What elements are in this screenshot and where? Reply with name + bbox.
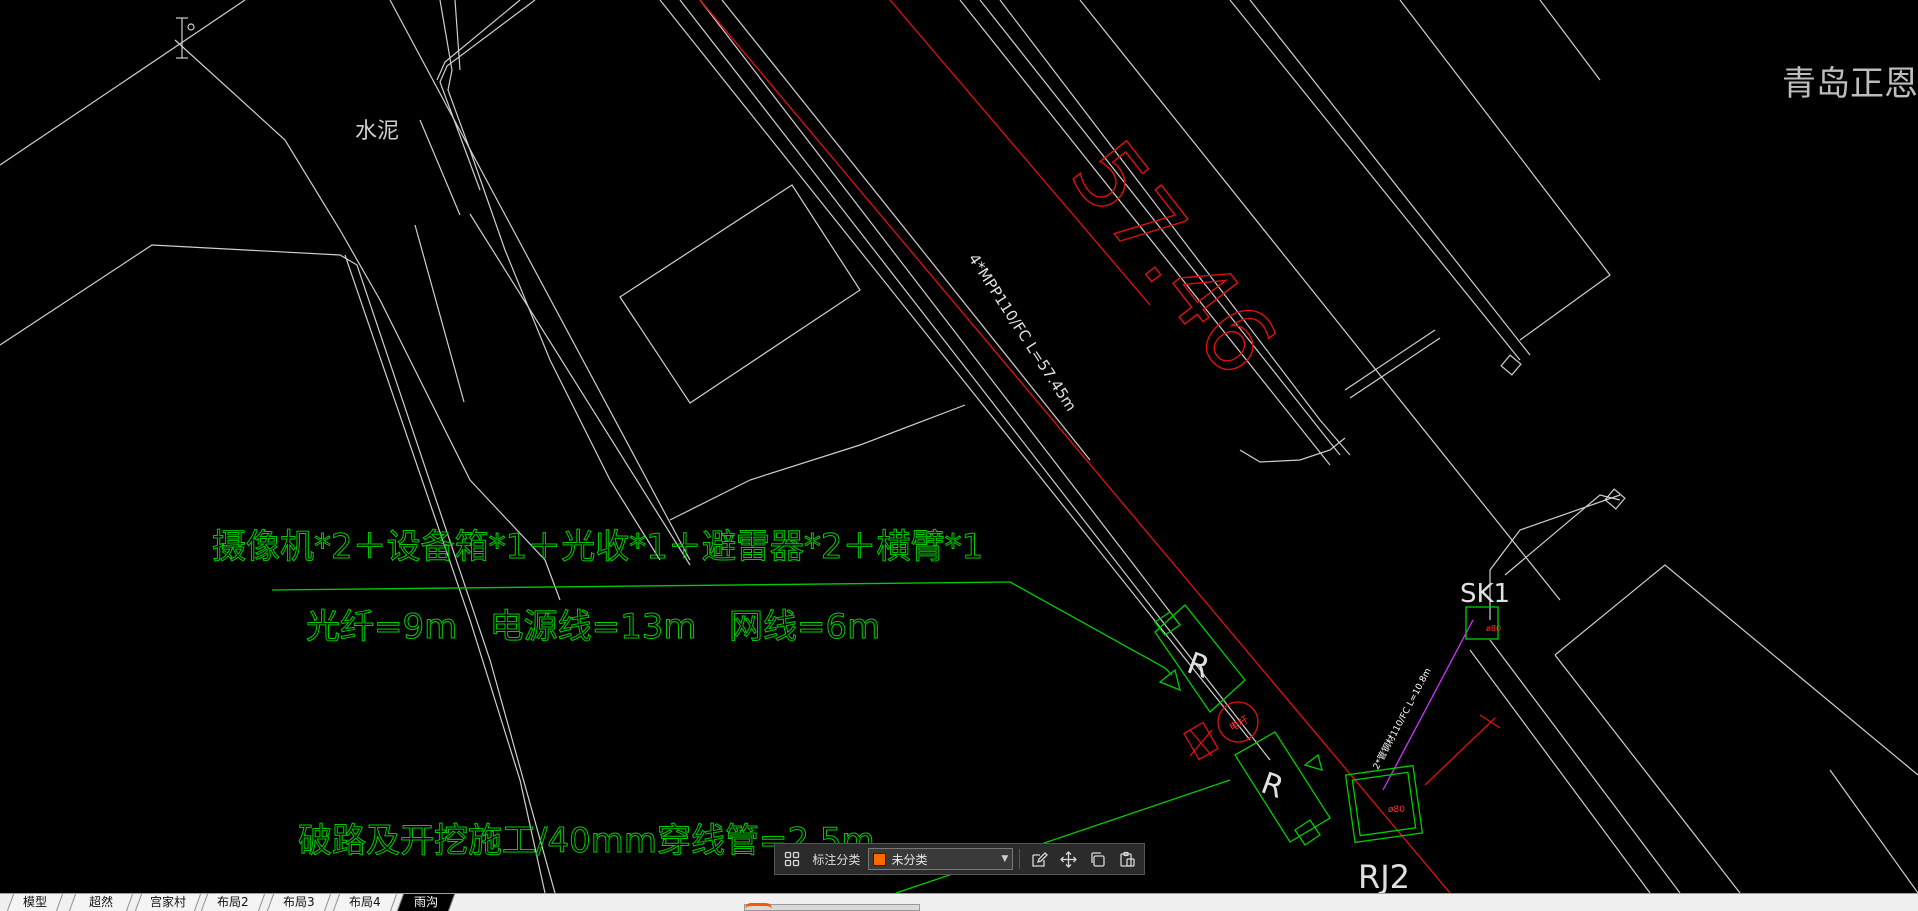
category-color-swatch: [873, 852, 887, 866]
paste-icon[interactable]: [1115, 847, 1140, 871]
cad-app: 水泥 青岛正恩箱包 57.46 4*MPP110/FC L=57.45m 2*管…: [0, 0, 1918, 911]
main-pipe-label: 4*MPP110/FC L=57.45m: [965, 250, 1080, 414]
drawing-canvas[interactable]: 水泥 青岛正恩箱包 57.46 4*MPP110/FC L=57.45m 2*管…: [0, 0, 1918, 893]
move-icon[interactable]: [1056, 847, 1081, 871]
base-map-lines: [0, 0, 1918, 893]
distance-number: 57.46: [1050, 122, 1296, 395]
tab-gongjiacun[interactable]: 宫家村: [134, 894, 202, 911]
annotation-category-label: 标注分类: [812, 852, 861, 867]
toolbar-divider: [1019, 849, 1021, 869]
app-logo-icon: [745, 903, 772, 911]
sk1-inner-label: ø80: [1486, 624, 1501, 633]
tab-model[interactable]: 模型: [6, 894, 64, 911]
tab-layout4[interactable]: 布局4: [332, 894, 398, 911]
edit-icon[interactable]: [1026, 847, 1051, 871]
r-box-1-label: R: [1183, 646, 1215, 686]
annotation-toolbar: 标注分类 未分类 ▼: [774, 843, 1145, 875]
sk1-label: SK1: [1460, 579, 1510, 609]
tab-layout2[interactable]: 布局2: [200, 894, 266, 911]
cement-label: 水泥: [355, 119, 399, 144]
tab-layout3[interactable]: 布局3: [266, 894, 332, 911]
equipment-label: 摄像机*2＋设备箱*1＋光收*1＋避雷器*2＋横臂*1: [212, 527, 983, 567]
cables-label: 光纤=9m 电源线=13m 网线=6m: [306, 607, 880, 647]
command-strip[interactable]: [744, 903, 920, 911]
grid-icon[interactable]: [779, 847, 804, 871]
chevron-down-icon: ▼: [1001, 854, 1009, 864]
layout-tabs-bar: 模型 超然 宫家村 布局2 布局3 布局4 雨沟: [0, 893, 1918, 911]
copy-icon[interactable]: [1085, 847, 1110, 871]
r-box-2-label: R: [1257, 766, 1289, 806]
tab-chaoran[interactable]: 超然: [68, 894, 134, 911]
category-selected-value: 未分类: [891, 852, 928, 867]
company-label: 青岛正恩箱包: [1782, 64, 1918, 104]
annotation-category-select[interactable]: 未分类 ▼: [868, 848, 1014, 870]
rj2-inner-label: ø80: [1388, 805, 1405, 815]
tab-yugou[interactable]: 雨沟: [396, 894, 456, 911]
branch-pipe: [1382, 619, 1474, 791]
rj2-label: RJ2: [1358, 858, 1410, 893]
